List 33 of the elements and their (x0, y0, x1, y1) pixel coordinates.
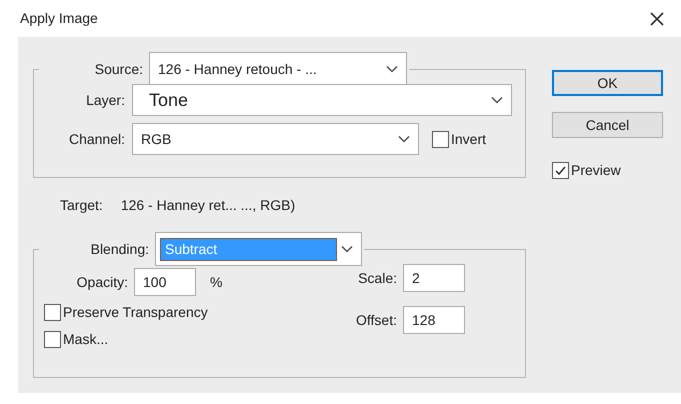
chevron-icon (491, 96, 503, 104)
window-title: Apply Image (20, 9, 98, 28)
dropdown[interactable]: 126 - Hanney retouch - ... (149, 52, 407, 86)
checkbox-label: Invert (451, 130, 486, 148)
field-label: Offset: (355, 310, 397, 330)
checkbox-label: Mask... (63, 330, 108, 349)
close-icon[interactable] (649, 10, 665, 26)
field-label: Blending: (90, 240, 149, 259)
checkbox[interactable] (44, 304, 61, 321)
chevron-icon (386, 65, 398, 73)
target-value: 126 - Hanney ret... ..., RGB) (120, 196, 296, 215)
number-field[interactable]: 2 (403, 264, 465, 292)
dropdown[interactable]: RGB (132, 123, 419, 155)
field-label: Scale: (357, 268, 397, 288)
unit-label: % (210, 272, 222, 292)
checkbox[interactable] (552, 162, 569, 179)
dialog-button[interactable]: OK (552, 70, 663, 96)
number-field[interactable]: 128 (403, 306, 465, 334)
checkbox[interactable] (432, 130, 449, 148)
field-label: Layer: (85, 90, 125, 110)
checkmark-icon (554, 164, 567, 177)
target-label: Target: (60, 196, 103, 215)
dialog-button[interactable]: Cancel (552, 112, 663, 138)
chevron-icon (341, 245, 353, 253)
checkbox[interactable] (44, 331, 61, 348)
field-label: Channel: (68, 130, 125, 148)
number-field[interactable]: 100 (134, 268, 196, 296)
chevron-icon (398, 135, 410, 143)
field-label: Source: (94, 60, 143, 78)
dropdown[interactable]: Tone (132, 84, 512, 116)
field-label: Opacity: (76, 272, 128, 292)
checkbox-label: Preserve Transparency (63, 303, 208, 322)
checkbox-label: Preview (571, 161, 621, 180)
